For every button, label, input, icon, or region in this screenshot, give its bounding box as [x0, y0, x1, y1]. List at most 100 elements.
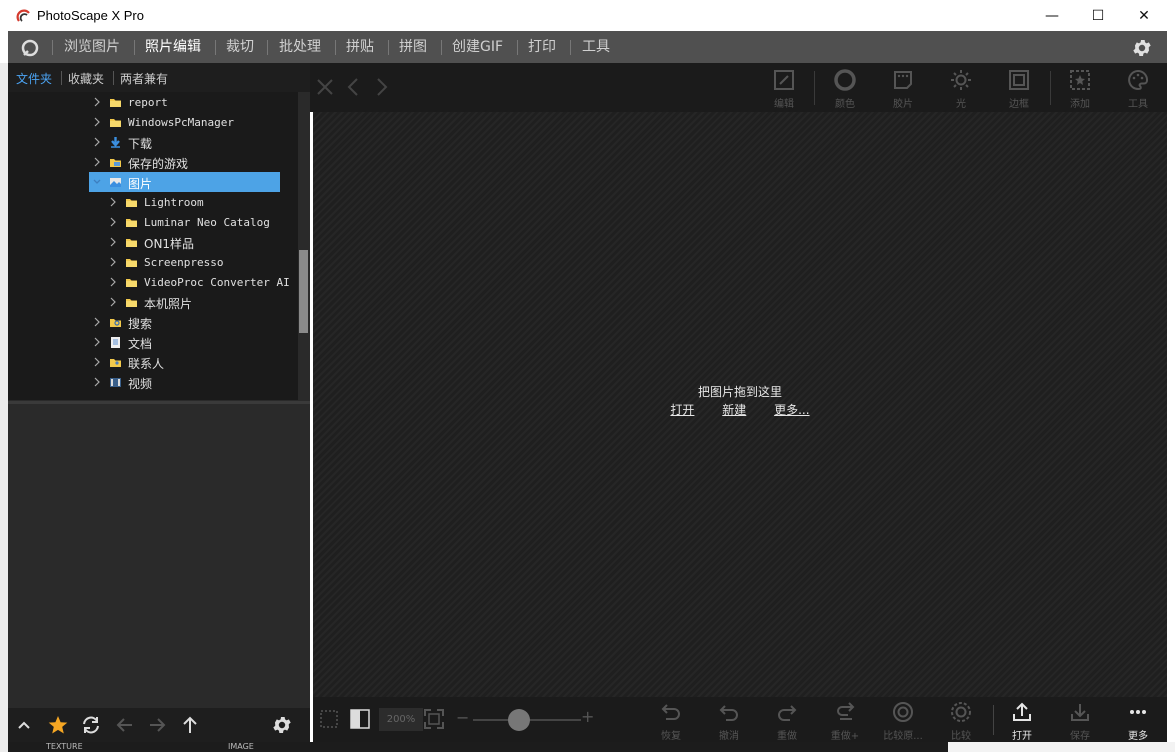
folder-tree[interactable]: report WindowsPcManager 下载保存的游戏 图片 Lightroom…	[8, 92, 298, 400]
tree-node[interactable]: 搜索	[8, 312, 298, 332]
panel-bottom-toolbar	[8, 708, 310, 742]
chevron-up-icon[interactable]	[13, 714, 35, 736]
app-home-icon[interactable]	[20, 38, 40, 58]
minimize-button[interactable]: —	[1029, 0, 1075, 31]
arrow-right-icon[interactable]	[146, 714, 168, 736]
chevron-right-icon[interactable]	[108, 255, 118, 269]
arrow-up-icon[interactable]	[179, 714, 201, 736]
fit-screen-icon[interactable]	[423, 708, 445, 730]
zoom-input[interactable]: 200%	[379, 708, 423, 731]
chevron-right-icon[interactable]	[92, 95, 102, 109]
panel-splitter[interactable]	[8, 401, 310, 404]
chevron-down-icon[interactable]	[92, 175, 102, 189]
before-after-icon[interactable]	[350, 709, 370, 729]
search-folder-icon	[110, 319, 121, 327]
restore-button[interactable]: 恢复	[649, 699, 693, 742]
chevron-right-icon[interactable]	[92, 375, 102, 389]
zoom-slider-knob[interactable]	[508, 709, 530, 731]
chevron-right-icon[interactable]	[92, 155, 102, 169]
tool-insert[interactable]: 添加	[1058, 67, 1102, 111]
tree-node[interactable]: Screenpresso	[8, 252, 298, 272]
chevron-right-icon[interactable]	[108, 275, 118, 289]
open-button[interactable]: 打开	[1000, 699, 1044, 742]
tab-tools[interactable]: 工具	[582, 31, 610, 63]
tree-node[interactable]: 图片	[8, 172, 298, 192]
redo-plus-button[interactable]: 重做+	[823, 699, 867, 742]
tree-node[interactable]: VideoProc Converter AI	[8, 272, 298, 292]
tree-node[interactable]: report	[8, 92, 298, 112]
new-link[interactable]: 新建	[722, 403, 746, 417]
chevron-right-icon[interactable]	[108, 215, 118, 229]
save-button[interactable]: 保存	[1058, 699, 1102, 742]
tree-node-label: 保存的游戏	[128, 157, 189, 171]
compare-button[interactable]: 比较	[939, 699, 983, 742]
zoom-in-icon[interactable]: +	[581, 707, 594, 726]
more-button[interactable]: 更多	[1116, 699, 1160, 742]
chevron-right-icon[interactable]	[92, 135, 102, 149]
tree-node[interactable]: 视频	[8, 372, 298, 392]
tree-node[interactable]: WindowsPcManager	[8, 112, 298, 132]
tree-node-label: Screenpresso	[144, 256, 224, 269]
tab-editor[interactable]: 照片编辑	[145, 31, 201, 63]
chevron-right-icon[interactable]	[92, 355, 102, 369]
open-link[interactable]: 打开	[670, 403, 694, 417]
redo-button[interactable]: 重做	[765, 699, 809, 742]
refresh-icon[interactable]	[80, 714, 102, 736]
strip-label: IMAGE	[228, 742, 254, 751]
tree-scrollbar[interactable]	[298, 92, 310, 400]
main-menu-bar: 浏览图片 照片编辑 裁切 批处理 拼贴 拼图 创建GIF 打印 工具	[8, 31, 1167, 63]
tool-edit[interactable]: 编辑	[762, 67, 806, 111]
close-button[interactable]: ✕	[1121, 0, 1167, 31]
tree-node[interactable]: 保存的游戏	[8, 152, 298, 172]
tab-collage[interactable]: 拼贴	[346, 31, 374, 63]
more-link[interactable]: 更多...	[774, 403, 809, 417]
tree-node[interactable]: 联系人	[8, 352, 298, 372]
tab-batch[interactable]: 批处理	[279, 31, 321, 63]
tool-film[interactable]: 胶片	[881, 67, 925, 111]
chevron-right-icon[interactable]	[92, 115, 102, 129]
next-image-icon[interactable]	[370, 76, 392, 98]
tree-node[interactable]: 本机照片	[8, 292, 298, 312]
tree-node[interactable]: 文档	[8, 332, 298, 352]
tab-print[interactable]: 打印	[528, 31, 556, 63]
button-label: 更多	[1128, 731, 1148, 742]
zoom-slider[interactable]	[473, 709, 581, 731]
sun-light-icon	[951, 70, 971, 90]
tab-combine[interactable]: 拼图	[399, 31, 427, 63]
panel-settings-gear-icon[interactable]	[271, 714, 293, 736]
zoom-out-icon[interactable]: −	[456, 708, 469, 727]
settings-gear-icon[interactable]	[1131, 37, 1153, 59]
arrow-left-icon[interactable]	[114, 714, 136, 736]
tree-node[interactable]: Lightroom	[8, 192, 298, 212]
selection-marquee-icon[interactable]	[319, 709, 339, 729]
scrollbar-thumb[interactable]	[299, 250, 308, 333]
tree-node-label: 下载	[128, 137, 153, 151]
previous-image-icon[interactable]	[343, 76, 365, 98]
tab-cut[interactable]: 裁切	[226, 31, 254, 63]
compare-original-button[interactable]: 比较原...	[881, 699, 925, 742]
close-image-icon[interactable]	[314, 76, 336, 98]
chevron-right-icon[interactable]	[108, 235, 118, 249]
tree-node[interactable]: 下载	[8, 132, 298, 152]
tool-color[interactable]: 颜色	[823, 67, 867, 111]
tree-node[interactable]: ON1样品	[8, 232, 298, 252]
tool-frame[interactable]: 边框	[997, 67, 1041, 111]
undo-button[interactable]: 撤消	[707, 699, 751, 742]
tab-create-gif[interactable]: 创建GIF	[452, 31, 503, 63]
star-icon[interactable]	[47, 714, 69, 736]
editor-canvas-dropzone[interactable]: 把图片拖到这里 打开 新建 更多...	[313, 112, 1167, 697]
tab-folders[interactable]: 文件夹	[16, 70, 52, 87]
tool-light[interactable]: 光	[939, 67, 983, 111]
chevron-right-icon[interactable]	[92, 335, 102, 349]
tab-both[interactable]: 两者兼有	[120, 70, 168, 87]
chevron-right-icon[interactable]	[108, 295, 118, 309]
folder-icon	[126, 279, 137, 287]
folder-icon	[126, 199, 137, 207]
tool-tools[interactable]: 工具	[1116, 67, 1160, 111]
tab-favorites[interactable]: 收藏夹	[68, 70, 104, 87]
maximize-button[interactable]: ☐	[1075, 0, 1121, 31]
chevron-right-icon[interactable]	[108, 195, 118, 209]
tree-node[interactable]: Luminar Neo Catalog	[8, 212, 298, 232]
tab-viewer[interactable]: 浏览图片	[64, 31, 120, 63]
chevron-right-icon[interactable]	[92, 315, 102, 329]
